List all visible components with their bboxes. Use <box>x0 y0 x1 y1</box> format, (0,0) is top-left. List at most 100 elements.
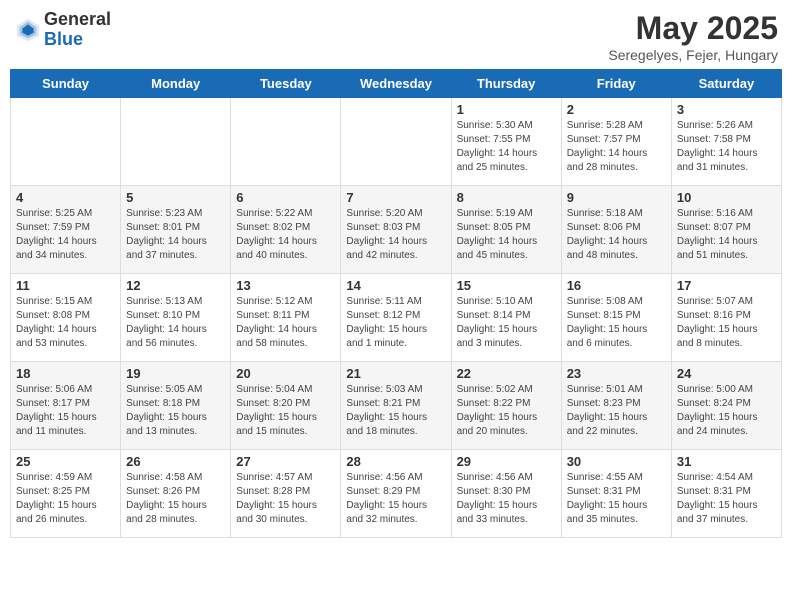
weekday-header: Monday <box>121 70 231 98</box>
day-info: Sunrise: 5:30 AMSunset: 7:55 PMDaylight:… <box>457 119 556 175</box>
day-info: Sunrise: 5:18 AMSunset: 8:06 PMDaylight:… <box>567 207 666 263</box>
day-number: 25 <box>16 454 115 469</box>
day-number: 29 <box>457 454 556 469</box>
calendar-cell: 12 Sunrise: 5:13 AMSunset: 8:10 PMDayligh… <box>121 274 231 362</box>
day-number: 12 <box>126 278 225 293</box>
calendar-cell: 22Sunrise: 5:02 AMSunset: 8:22 PMDayligh… <box>451 362 561 450</box>
day-info: Sunrise: 4:59 AMSunset: 8:25 PMDaylight:… <box>16 471 115 527</box>
calendar-cell: 24Sunrise: 5:00 AMSunset: 8:24 PMDayligh… <box>671 362 781 450</box>
calendar-cell: 19Sunrise: 5:05 AMSunset: 8:18 PMDayligh… <box>121 362 231 450</box>
location: Seregelyes, Fejer, Hungary <box>608 47 778 63</box>
day-info: Sunrise: 5:16 AMSunset: 8:07 PMDaylight:… <box>677 207 776 263</box>
calendar: SundayMondayTuesdayWednesdayThursdayFrid… <box>10 69 782 538</box>
day-number: 9 <box>567 190 666 205</box>
calendar-cell: 28 Sunrise: 4:56 AMSunset: 8:29 PMDayligh… <box>341 450 451 538</box>
calendar-cell: 11 Sunrise: 5:15 AMSunset: 8:08 PMDayligh… <box>11 274 121 362</box>
day-number: 6 <box>236 190 335 205</box>
weekday-header: Wednesday <box>341 70 451 98</box>
calendar-cell <box>341 98 451 186</box>
day-info: Sunrise: 5:02 AMSunset: 8:22 PMDaylight:… <box>457 383 556 439</box>
weekday-header: Sunday <box>11 70 121 98</box>
day-info: Sunrise: 4:56 AMSunset: 8:30 PMDaylight:… <box>457 471 556 527</box>
day-number: 27 <box>236 454 335 469</box>
day-number: 4 <box>16 190 115 205</box>
calendar-cell: 17Sunrise: 5:07 AMSunset: 8:16 PMDayligh… <box>671 274 781 362</box>
calendar-cell: 2 Sunrise: 5:28 AMSunset: 7:57 PMDaylight… <box>561 98 671 186</box>
calendar-cell: 10Sunrise: 5:16 AMSunset: 8:07 PMDayligh… <box>671 186 781 274</box>
day-number: 7 <box>346 190 445 205</box>
weekday-header: Saturday <box>671 70 781 98</box>
calendar-cell: 27Sunrise: 4:57 AMSunset: 8:28 PMDayligh… <box>231 450 341 538</box>
day-info: Sunrise: 5:25 AMSunset: 7:59 PMDaylight:… <box>16 207 115 263</box>
day-number: 31 <box>677 454 776 469</box>
calendar-week-row: 11 Sunrise: 5:15 AMSunset: 8:08 PMDayligh… <box>11 274 782 362</box>
day-info: Sunrise: 5:19 AMSunset: 8:05 PMDaylight:… <box>457 207 556 263</box>
calendar-cell <box>121 98 231 186</box>
calendar-cell: 18 Sunrise: 5:06 AMSunset: 8:17 PMDayligh… <box>11 362 121 450</box>
calendar-week-row: 18 Sunrise: 5:06 AMSunset: 8:17 PMDayligh… <box>11 362 782 450</box>
calendar-cell: 31 Sunrise: 4:54 AMSunset: 8:31 PMDayligh… <box>671 450 781 538</box>
calendar-cell: 4 Sunrise: 5:25 AMSunset: 7:59 PMDaylight… <box>11 186 121 274</box>
calendar-cell: 6 Sunrise: 5:22 AMSunset: 8:02 PMDaylight… <box>231 186 341 274</box>
day-info: Sunrise: 5:05 AMSunset: 8:18 PMDaylight:… <box>126 383 225 439</box>
day-number: 15 <box>457 278 556 293</box>
day-info: Sunrise: 5:00 AMSunset: 8:24 PMDaylight:… <box>677 383 776 439</box>
calendar-cell <box>231 98 341 186</box>
day-number: 5 <box>126 190 225 205</box>
weekday-header: Tuesday <box>231 70 341 98</box>
day-number: 23 <box>567 366 666 381</box>
calendar-cell: 9 Sunrise: 5:18 AMSunset: 8:06 PMDaylight… <box>561 186 671 274</box>
day-info: Sunrise: 5:03 AMSunset: 8:21 PMDaylight:… <box>346 383 445 439</box>
day-info: Sunrise: 4:56 AMSunset: 8:29 PMDaylight:… <box>346 471 445 527</box>
weekday-header: Thursday <box>451 70 561 98</box>
calendar-cell: 13 Sunrise: 5:12 AMSunset: 8:11 PMDayligh… <box>231 274 341 362</box>
day-number: 26 <box>126 454 225 469</box>
day-info: Sunrise: 4:54 AMSunset: 8:31 PMDaylight:… <box>677 471 776 527</box>
day-number: 18 <box>16 366 115 381</box>
calendar-cell: 20 Sunrise: 5:04 AMSunset: 8:20 PMDayligh… <box>231 362 341 450</box>
day-number: 1 <box>457 102 556 117</box>
day-info: Sunrise: 5:06 AMSunset: 8:17 PMDaylight:… <box>16 383 115 439</box>
day-info: Sunrise: 5:10 AMSunset: 8:14 PMDaylight:… <box>457 295 556 351</box>
weekday-header-row: SundayMondayTuesdayWednesdayThursdayFrid… <box>11 70 782 98</box>
logo-general: General <box>44 10 111 30</box>
page-header: General Blue May 2025 Seregelyes, Fejer,… <box>10 10 782 63</box>
day-info: Sunrise: 5:20 AMSunset: 8:03 PMDaylight:… <box>346 207 445 263</box>
day-info: Sunrise: 5:01 AMSunset: 8:23 PMDaylight:… <box>567 383 666 439</box>
day-number: 3 <box>677 102 776 117</box>
calendar-week-row: 1 Sunrise: 5:30 AMSunset: 7:55 PMDaylight… <box>11 98 782 186</box>
calendar-cell: 29 Sunrise: 4:56 AMSunset: 8:30 PMDayligh… <box>451 450 561 538</box>
day-number: 30 <box>567 454 666 469</box>
title-section: May 2025 Seregelyes, Fejer, Hungary <box>608 10 778 63</box>
day-info: Sunrise: 5:26 AMSunset: 7:58 PMDaylight:… <box>677 119 776 175</box>
calendar-cell: 16Sunrise: 5:08 AMSunset: 8:15 PMDayligh… <box>561 274 671 362</box>
day-number: 20 <box>236 366 335 381</box>
day-info: Sunrise: 5:22 AMSunset: 8:02 PMDaylight:… <box>236 207 335 263</box>
weekday-header: Friday <box>561 70 671 98</box>
logo: General Blue <box>14 10 111 50</box>
day-number: 28 <box>346 454 445 469</box>
calendar-cell: 5Sunrise: 5:23 AMSunset: 8:01 PMDaylight… <box>121 186 231 274</box>
day-info: Sunrise: 5:04 AMSunset: 8:20 PMDaylight:… <box>236 383 335 439</box>
day-info: Sunrise: 5:15 AMSunset: 8:08 PMDaylight:… <box>16 295 115 351</box>
day-info: Sunrise: 5:12 AMSunset: 8:11 PMDaylight:… <box>236 295 335 351</box>
day-info: Sunrise: 5:07 AMSunset: 8:16 PMDaylight:… <box>677 295 776 351</box>
day-info: Sunrise: 5:08 AMSunset: 8:15 PMDaylight:… <box>567 295 666 351</box>
day-number: 2 <box>567 102 666 117</box>
calendar-cell: 23 Sunrise: 5:01 AMSunset: 8:23 PMDayligh… <box>561 362 671 450</box>
month-title: May 2025 <box>608 10 778 47</box>
day-number: 11 <box>16 278 115 293</box>
day-info: Sunrise: 5:11 AMSunset: 8:12 PMDaylight:… <box>346 295 445 351</box>
day-info: Sunrise: 4:55 AMSunset: 8:31 PMDaylight:… <box>567 471 666 527</box>
day-info: Sunrise: 5:13 AMSunset: 8:10 PMDaylight:… <box>126 295 225 351</box>
calendar-cell: 7 Sunrise: 5:20 AMSunset: 8:03 PMDaylight… <box>341 186 451 274</box>
calendar-cell: 3 Sunrise: 5:26 AMSunset: 7:58 PMDaylight… <box>671 98 781 186</box>
calendar-cell: 30 Sunrise: 4:55 AMSunset: 8:31 PMDayligh… <box>561 450 671 538</box>
day-number: 13 <box>236 278 335 293</box>
day-info: Sunrise: 5:28 AMSunset: 7:57 PMDaylight:… <box>567 119 666 175</box>
logo-icon <box>14 16 42 44</box>
calendar-cell: 1 Sunrise: 5:30 AMSunset: 7:55 PMDaylight… <box>451 98 561 186</box>
logo-text: General Blue <box>44 10 111 50</box>
day-info: Sunrise: 4:58 AMSunset: 8:26 PMDaylight:… <box>126 471 225 527</box>
calendar-cell: 25 Sunrise: 4:59 AMSunset: 8:25 PMDayligh… <box>11 450 121 538</box>
